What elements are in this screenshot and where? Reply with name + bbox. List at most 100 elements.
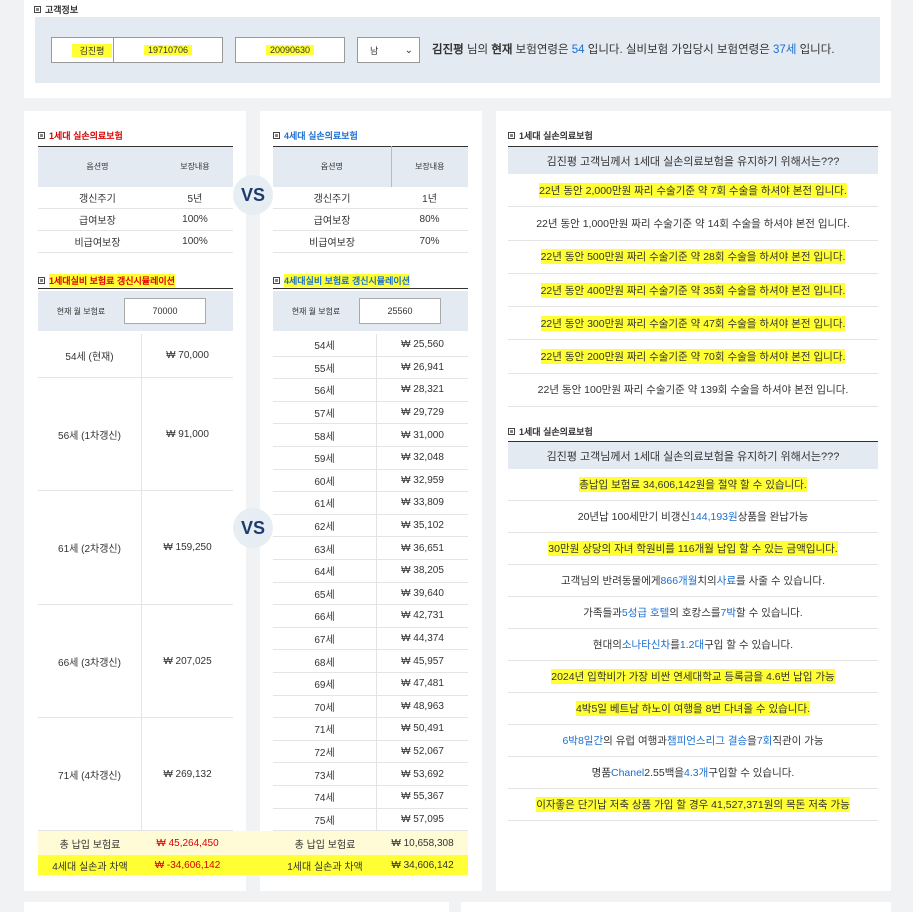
gender-select[interactable]: 남 ⌄ [357,37,420,63]
gen4-age-row: 61세 ₩ 33,809 [273,492,468,515]
surgery-row: 22년 동안 1,000만원 짜리 수술기준 약 14회 수술을 하셔야 본전 … [508,207,878,241]
gen4-age-row: 67세 ₩ 44,374 [273,627,468,651]
gen4-age: 56세 [273,379,377,401]
join-age: 37세 [773,44,797,56]
gen4-age-row: 69세 ₩ 47,481 [273,673,468,696]
benefit-text: 2024년 입학비가 가장 비싼 연세대학교 등록금을 4.6번 납입 가능 [551,669,835,684]
benefit-text: 4박5일 베트남 하노이 여행을 8번 다녀올 수 있습니다. [575,701,811,716]
gen4-age: 63세 [273,537,377,559]
gen4-price: ₩ 45,957 [401,655,444,667]
gen4-title: 4세대 실손의료보험 [273,129,358,142]
sentence-part4: 입니다. [796,44,835,56]
customer-section-title: 고객정보 [34,3,78,16]
square-bullet-icon [38,132,45,139]
gen4-row-option: 갱신주기 [273,186,392,209]
diff-row: 4세대 실손과 차액 ₩ -34,606,142 1세대 실손과 차액 ₩ 34… [38,855,468,875]
gen4-current-input[interactable]: 25560 [359,298,441,324]
square-bullet-icon [508,428,515,435]
benefit-row: 20년납 100세만기 비갱신 144,193원 상품을 완납가능 [508,501,878,533]
join-date-input-value: 20090630 [265,45,315,55]
gen4-age: 67세 [273,627,377,650]
gen4-age-row: 54세 ₩ 25,560 [273,334,468,357]
benefit-highlight: 4.3개 [684,767,709,779]
gen1-row-value: 100% [156,208,233,231]
gen1-age: 66세 (3차갱신) [38,605,142,717]
benefit-text: 현대의 [592,639,622,651]
gen1-age: 71세 (4차갱신) [38,718,142,830]
benefit-text: 의 유럽 여행과 [603,735,667,747]
square-bullet-icon [508,132,515,139]
benefit-highlight: Chanel [610,766,645,779]
gen4-age: 70세 [273,695,377,718]
surgery-text: 22년 동안 100만원 짜리 수술기준 약 139회 수술을 하셔야 본전 입… [537,384,849,397]
benefit-text: 직관이 가능 [772,735,824,747]
gen4-age-row: 55세 ₩ 26,941 [273,356,468,380]
gen4-age-row: 72세 ₩ 52,067 [273,740,468,764]
benefit-text: 20년납 100세만기 비갱신 [577,511,691,523]
gen4-row-option: 비급여보장 [273,230,392,253]
gen1-row-option: 급여보장 [38,208,157,231]
benefit-row: 30만원 상당의 자녀 학원비를 116개월 납입 할 수 있는 금액입니다. [508,533,878,565]
gen4-age-row: 75세 ₩ 57,095 [273,808,468,832]
gen1-row-value: 5년 [156,186,233,209]
gen1-age-row: 54세 (현재) ₩ 70,000 [38,334,233,378]
join-date-input[interactable]: 20090630 [235,37,345,63]
gen4-age-row: 71세 ₩ 50,491 [273,718,468,741]
benefit-text: 할 수 있습니다. [736,607,803,619]
right1-title-label: 1세대 실손의료보험 [519,131,593,141]
gen4-age-row: 68세 ₩ 45,957 [273,650,468,673]
gen1-price: ₩ 159,250 [163,542,212,553]
sentence-part3: 입니다. 실비보험 가입당시 보험연령은 [584,44,774,56]
gen1-age: 54세 (현재) [38,334,142,377]
gen4-price: ₩ 47,481 [401,678,444,690]
surgery-row: 22년 동안 300만원 짜리 수술기준 약 47회 수술을 하셔야 본전 입니… [508,307,878,341]
gen1-current-input[interactable]: 70000 [124,298,206,324]
benefit-text: 30만원 상당의 자녀 학원비를 116개월 납입 할 수 있는 금액입니다. [548,541,838,556]
benefit-text: 상품을 완납가능 [737,511,809,523]
sentence-name: 김진평 [432,44,464,56]
gen4-age-row: 63세 ₩ 36,651 [273,537,468,560]
surgery-text: 22년 동안 200만원 짜리 수술기준 약 70회 수술을 하셔야 본전 입니… [540,349,846,365]
surgery-row: 22년 동안 400만원 짜리 수술기준 약 35회 수술을 하셔야 본전 입니… [508,274,878,308]
bottom-panel-left [24,902,449,912]
gen4-price: ₩ 57,095 [401,813,444,825]
benefit-text: 치의 [697,575,717,587]
gen1-price: ₩ 207,025 [163,655,212,667]
current-age: 54 [571,44,585,56]
right2-header: 김진평 고객님께서 1세대 실손의료보험을 유지하기 위해서는??? [508,441,878,469]
gen1-row-option: 비급여보장 [38,230,157,253]
gen4-total-value: ₩ 10,658,308 [391,837,454,849]
gen4-age-row: 60세 ₩ 32,959 [273,469,468,493]
gen4-sim-title-label: 4세대실비 보험료 갱신시뮬레이션 [284,274,410,287]
gen4-age: 54세 [273,334,377,356]
gen1-title-label: 1세대 실손의료보험 [49,131,123,141]
gen4-age-row: 65세 ₩ 39,640 [273,582,468,606]
gen4-age-row: 73세 ₩ 53,692 [273,763,468,786]
gen4-price: ₩ 29,729 [401,407,444,419]
benefit-text: 고객님의 반려동물에게 [561,575,661,587]
gen4-age: 68세 [273,650,377,672]
gen4-row-value: 70% [391,230,468,253]
surgery-text: 22년 동안 400만원 짜리 수술기준 약 35회 수술을 하셔야 본전 입니… [540,282,846,298]
benefit-highlight: 소나타신차 [621,639,671,651]
benefit-row: 명품 Chanel 2.55백을 4.3개 구입할 수 있습니다. [508,757,878,789]
benefit-highlight: 7회 [756,735,773,747]
gen4-age: 74세 [273,786,377,808]
gen1-row-value: 100% [156,230,233,253]
gen4-col-coverage: 보장내용 [391,146,468,187]
gen1-total-label: 총 납입 보험료 [59,839,121,851]
vs-badge-top: VS [233,175,273,215]
right2-title-label: 1세대 실손의료보험 [519,427,593,437]
gen4-age: 62세 [273,514,377,537]
benefit-row: 총납입 보험료 34,606,142원을 절약 할 수 있습니다. [508,469,878,501]
benefit-text: 를 사줄 수 있습니다. [736,575,825,587]
birth-input[interactable]: 19710706 [113,37,223,63]
surgery-row: 22년 동안 500만원 짜리 수술기준 약 28회 수술을 하셔야 본전 입니… [508,241,878,274]
gen1-age-row: 66세 (3차갱신) ₩ 207,025 [38,605,233,718]
gen4-diff-value: ₩ 34,606,142 [391,859,454,871]
gen4-sim-title: 4세대실비 보험료 갱신시뮬레이션 [273,274,410,287]
benefit-text: 이자좋은 단기납 저축 상품 가입 할 경우 41,527,371원의 목돈 저… [536,797,850,812]
benefit-text: 구입할 수 있습니다. [708,767,795,779]
gen4-current-premium: 현재 월 보험료 25560 [273,291,468,331]
gen4-age-row: 59세 ₩ 32,048 [273,447,468,470]
